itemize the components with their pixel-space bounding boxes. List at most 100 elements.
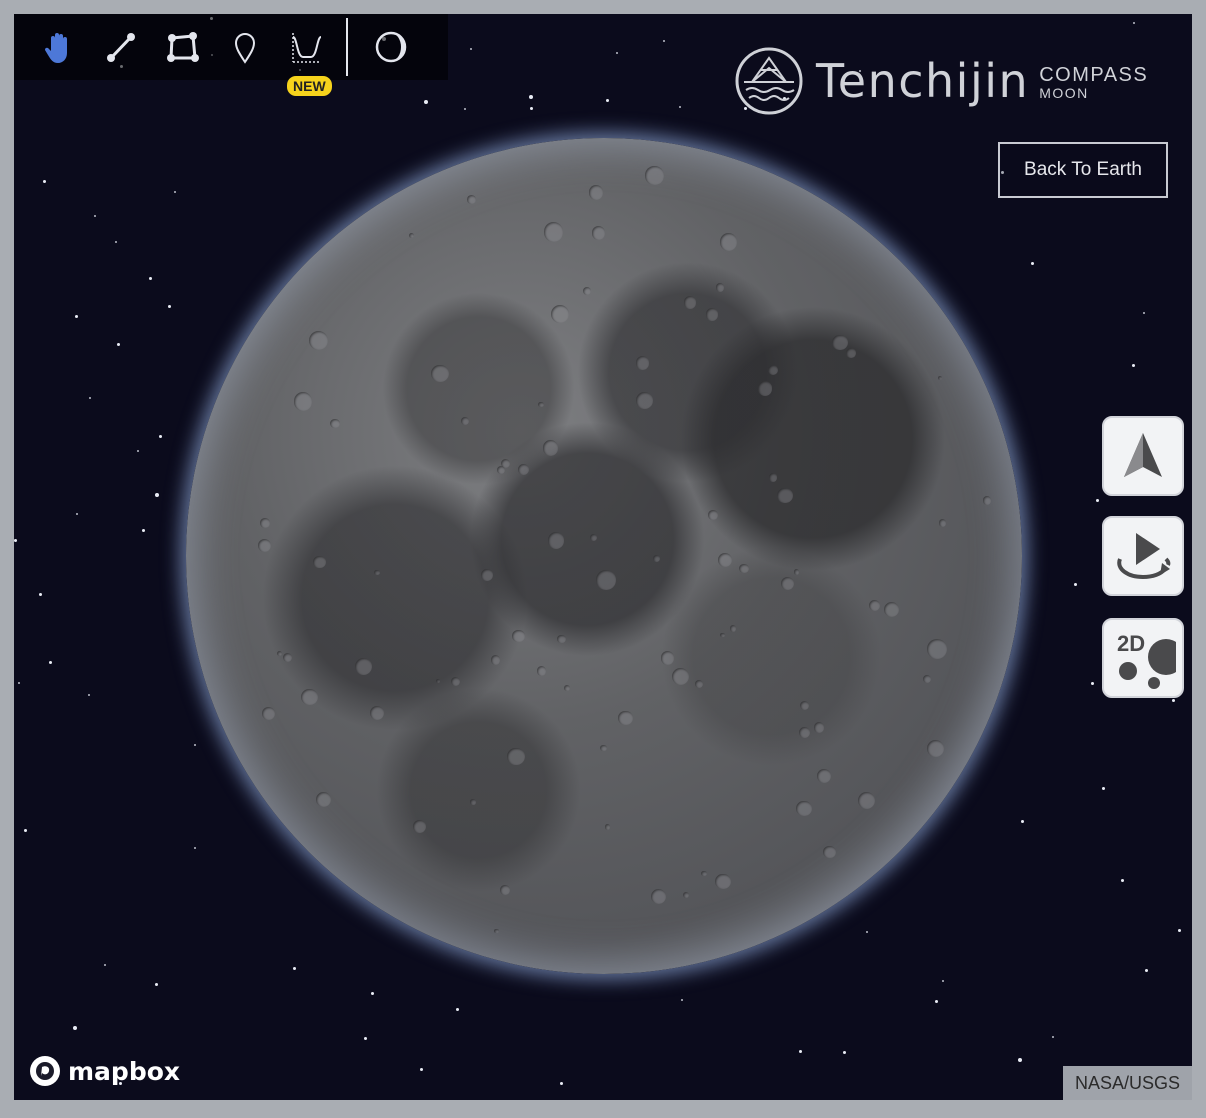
back-to-earth-button[interactable]: Back To Earth	[998, 142, 1168, 198]
attribution-label[interactable]: NASA/USGS	[1063, 1066, 1192, 1100]
crater	[715, 283, 725, 293]
crater	[374, 569, 381, 576]
star	[942, 980, 945, 983]
star	[419, 1067, 423, 1071]
logo-wordmark: Tenchijin	[816, 54, 1030, 108]
crater	[512, 630, 525, 643]
crater	[708, 510, 719, 521]
crater	[653, 555, 660, 562]
star	[154, 983, 158, 987]
star	[423, 99, 428, 104]
star	[530, 106, 534, 110]
star	[798, 1049, 802, 1053]
crater	[701, 870, 707, 877]
crater	[557, 634, 566, 643]
2d-view-toggle-button[interactable]: 2D	[1102, 618, 1184, 698]
crater	[800, 701, 810, 711]
star	[173, 191, 176, 194]
crater	[301, 689, 318, 706]
star	[72, 1026, 77, 1031]
star	[38, 592, 42, 596]
crater	[846, 348, 857, 359]
line-measure-button[interactable]	[90, 14, 152, 80]
crater	[460, 416, 469, 425]
crater	[645, 166, 664, 185]
mapbox-wordmark: mapbox	[68, 1056, 181, 1086]
pan-tool-button[interactable]	[28, 14, 90, 80]
crater	[796, 800, 812, 817]
crater	[884, 602, 900, 618]
star	[662, 39, 665, 42]
mapbox-logo[interactable]: mapbox	[28, 1054, 180, 1088]
star	[1177, 928, 1181, 932]
crater	[313, 555, 326, 569]
crater	[757, 381, 773, 396]
crater	[470, 799, 476, 805]
star	[149, 277, 153, 280]
crater	[354, 657, 373, 676]
crater	[938, 519, 947, 527]
crater	[982, 496, 991, 505]
crater	[823, 845, 836, 859]
crater	[538, 402, 544, 408]
star	[194, 743, 197, 746]
star	[615, 51, 618, 54]
crater	[715, 873, 731, 889]
star	[529, 95, 534, 100]
star	[168, 305, 172, 309]
star	[141, 529, 145, 533]
star	[74, 315, 78, 319]
crater	[717, 552, 732, 567]
auto-rotate-button[interactable]	[1102, 516, 1184, 596]
crater	[490, 655, 501, 666]
elevation-profile-button[interactable]: NEW	[276, 14, 338, 96]
crater	[591, 226, 606, 240]
crater	[550, 305, 569, 324]
crater	[927, 638, 948, 659]
crater	[262, 706, 276, 720]
star	[94, 214, 96, 217]
crater	[660, 651, 675, 665]
tenchijin-emblem-icon	[735, 47, 803, 115]
crater	[595, 569, 616, 590]
crater	[542, 440, 559, 456]
star	[155, 492, 160, 497]
crater	[590, 534, 598, 542]
star	[88, 397, 91, 400]
elevation-profile-icon	[292, 33, 322, 63]
star	[935, 1000, 939, 1004]
crater	[767, 365, 778, 376]
crater	[413, 819, 427, 833]
crater	[604, 824, 610, 830]
crater	[777, 487, 793, 504]
moon-globe[interactable]	[186, 138, 1022, 974]
star	[1051, 1035, 1054, 1038]
crater	[501, 458, 511, 468]
star	[293, 967, 297, 971]
north-orientation-button[interactable]	[1102, 416, 1184, 496]
crater	[729, 625, 737, 632]
area-measure-button[interactable]	[152, 14, 214, 80]
crater	[494, 928, 499, 933]
tool-bar: NEW	[14, 14, 448, 96]
star	[1074, 583, 1078, 587]
crater	[705, 308, 719, 321]
moon-phase-button[interactable]	[360, 14, 422, 80]
crater	[857, 791, 875, 809]
crater	[719, 233, 737, 251]
crater	[599, 744, 607, 752]
star	[136, 450, 139, 453]
marker-pin-icon	[234, 33, 256, 64]
star	[1172, 698, 1176, 702]
crater	[922, 674, 932, 684]
crater	[937, 376, 942, 381]
star	[193, 847, 196, 850]
crater	[671, 667, 689, 685]
crater	[500, 885, 510, 895]
crater	[650, 888, 666, 904]
crater	[682, 891, 689, 899]
crater	[683, 296, 697, 309]
star	[75, 512, 78, 515]
marker-button[interactable]	[214, 14, 276, 80]
crater	[517, 464, 530, 476]
